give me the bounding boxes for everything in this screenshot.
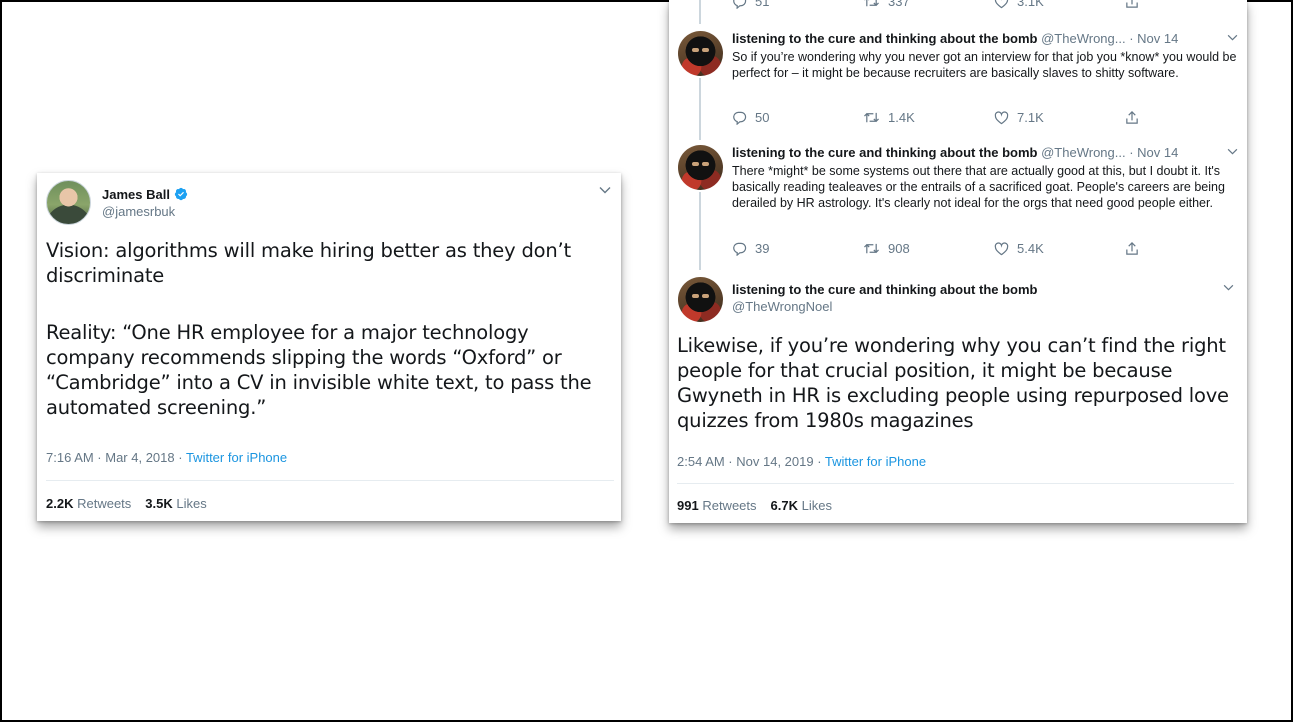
author-handle[interactable]: @jamesrbuk [102, 204, 188, 219]
timestamp-text[interactable]: 7:16 AM · Mar 4, 2018 · [46, 450, 186, 465]
source-link[interactable]: Twitter for iPhone [186, 450, 287, 465]
heart-icon [994, 0, 1009, 8]
reply-author-name[interactable]: listening to the cure and thinking about… [732, 31, 1038, 46]
main-tweet-text: Likewise, if you’re wondering why you ca… [677, 334, 1229, 432]
timestamp-text[interactable]: 2:54 AM · Nov 14, 2019 · [677, 454, 825, 469]
retweet-count: 337 [888, 0, 910, 9]
retweets-label: Retweets [702, 498, 757, 513]
divider [46, 480, 614, 481]
retweet-action[interactable]: 1.4K [863, 110, 994, 125]
tweet-timestamp: 7:16 AM · Mar 4, 2018 · Twitter for iPho… [46, 450, 287, 465]
share-upload-icon [1126, 111, 1138, 124]
author-name[interactable]: James Ball [102, 187, 170, 202]
thread-line [699, 0, 701, 24]
likes-label: Likes [801, 498, 832, 513]
likes-stat[interactable]: 3.5K Likes [145, 496, 206, 511]
retweets-count: 2.2K [46, 496, 74, 511]
chevron-down-icon[interactable] [1227, 146, 1238, 158]
verified-badge-icon [174, 187, 188, 201]
heart-icon [994, 241, 1009, 255]
retweet-action[interactable]: 337 [863, 0, 994, 9]
tweet-thread-card: 51 337 3.1K listening to the cure and th… [669, 0, 1247, 523]
retweets-label: Retweets [77, 496, 132, 511]
likes-count: 3.5K [145, 496, 173, 511]
avatar[interactable] [678, 31, 723, 76]
heart-icon [994, 110, 1009, 124]
tweet-card-james-ball: James Ball @jamesrbuk Vision: algorithms… [37, 173, 621, 521]
tweet-text-vision: Vision: algorithms will make hiring bett… [46, 239, 571, 287]
retweet-arrows-icon [864, 112, 879, 123]
speech-bubble-icon [733, 0, 747, 9]
avatar[interactable] [678, 145, 723, 190]
chevron-down-icon[interactable] [1223, 282, 1234, 294]
reply-count: 50 [755, 110, 770, 125]
reply-text: There *might* be some systems out there … [732, 164, 1225, 210]
share-action[interactable] [1125, 110, 1247, 125]
retweet-arrows-icon [864, 243, 879, 254]
like-count: 3.1K [1017, 0, 1044, 9]
reply-count: 51 [755, 0, 770, 9]
chevron-down-icon[interactable] [1227, 32, 1238, 44]
thread-reply: listening to the cure and thinking about… [669, 145, 1247, 265]
share-upload-icon [1126, 242, 1138, 255]
likes-label: Likes [176, 496, 207, 511]
reply-meta[interactable]: @TheWrong... · Nov 14 [1038, 145, 1178, 160]
tweet-stats: 2.2K Retweets 3.5K Likes [46, 496, 207, 511]
author-name[interactable]: listening to the cure and thinking about… [732, 282, 1038, 297]
like-action[interactable]: 3.1K [994, 0, 1125, 9]
tweet-text-reality: Reality: “One HR employee for a major te… [46, 321, 592, 419]
reply-action[interactable]: 50 [732, 110, 863, 125]
reply-header: listening to the cure and thinking about… [732, 145, 1178, 160]
reply-actions-cut: 51 337 3.1K [732, 0, 1247, 9]
tweet-author-row: James Ball @jamesrbuk [46, 180, 188, 225]
retweet-count: 908 [888, 241, 910, 256]
reply-action[interactable]: 39 [732, 241, 863, 256]
share-action[interactable] [1125, 0, 1247, 9]
speech-bubble-icon [733, 242, 747, 256]
tweet-timestamp: 2:54 AM · Nov 14, 2019 · Twitter for iPh… [677, 454, 926, 469]
likes-stat[interactable]: 6.7K Likes [771, 498, 832, 513]
likes-count: 6.7K [770, 498, 798, 513]
avatar[interactable] [678, 277, 723, 322]
reply-actions: 50 1.4K 7.1K [732, 110, 1247, 125]
chevron-down-icon[interactable] [599, 185, 611, 197]
retweet-action[interactable]: 908 [863, 241, 994, 256]
reply-text: So if you’re wondering why you never got… [732, 50, 1237, 80]
retweets-stat[interactable]: 991 Retweets [677, 498, 757, 513]
like-action[interactable]: 7.1K [994, 110, 1125, 125]
reply-action[interactable]: 51 [732, 0, 863, 9]
like-count: 5.4K [1017, 241, 1044, 256]
author-text: James Ball @jamesrbuk [102, 187, 188, 219]
share-upload-icon [1126, 0, 1138, 8]
source-link[interactable]: Twitter for iPhone [825, 454, 926, 469]
reply-header: listening to the cure and thinking about… [732, 31, 1178, 46]
author-handle[interactable]: @TheWrongNoel [732, 299, 1038, 314]
divider [677, 483, 1234, 484]
retweets-stat[interactable]: 2.2K Retweets [46, 496, 131, 511]
avatar[interactable] [46, 180, 91, 225]
reply-author-name[interactable]: listening to the cure and thinking about… [732, 145, 1038, 160]
speech-bubble-icon [733, 111, 747, 125]
retweets-count: 991 [677, 498, 699, 513]
like-count: 7.1K [1017, 110, 1044, 125]
retweet-count: 1.4K [888, 110, 915, 125]
author-name-line: James Ball [102, 187, 188, 202]
like-action[interactable]: 5.4K [994, 241, 1125, 256]
share-action[interactable] [1125, 241, 1247, 256]
reply-meta[interactable]: @TheWrong... · Nov 14 [1038, 31, 1178, 46]
reply-actions: 39 908 5.4K [732, 241, 1247, 256]
reply-count: 39 [755, 241, 770, 256]
thread-reply: listening to the cure and thinking about… [669, 31, 1247, 131]
retweet-arrows-icon [864, 0, 879, 7]
main-tweet-author: listening to the cure and thinking about… [732, 282, 1038, 314]
tweet-stats: 991 Retweets 6.7K Likes [677, 498, 832, 513]
